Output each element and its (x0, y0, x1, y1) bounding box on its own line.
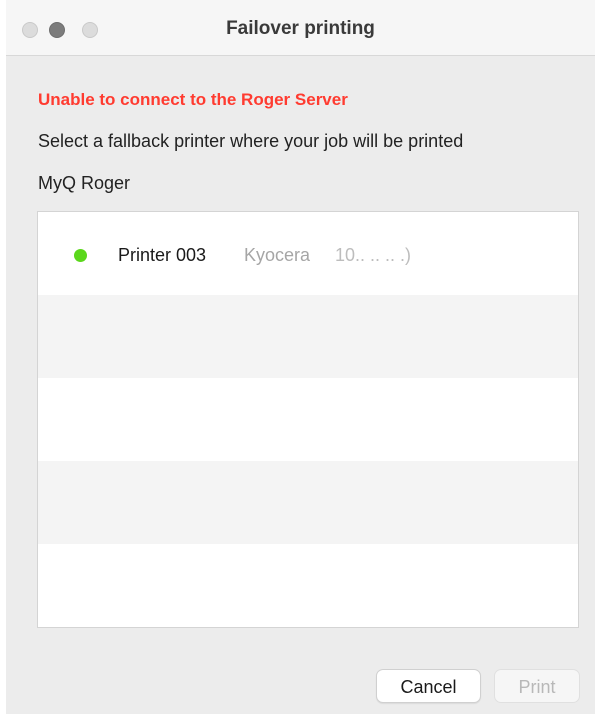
connection-error-message: Unable to connect to the Roger Server (38, 90, 348, 109)
empty-list-row (38, 295, 578, 378)
title-bar: Failover printing (6, 0, 595, 56)
server-name-label: MyQ Roger (38, 173, 131, 193)
printer-address: 10.. .. .. .) (335, 245, 412, 265)
empty-list-row (38, 544, 578, 627)
instruction-text: Select a fallback printer where your job… (38, 131, 464, 151)
empty-list-row (38, 461, 578, 544)
cancel-button[interactable]: Cancel (376, 669, 481, 703)
print-button[interactable]: Print (494, 669, 580, 703)
failover-dialog-window: Failover printing Unable to connect to t… (6, 0, 595, 714)
empty-list-row (38, 378, 578, 461)
window-title: Failover printing (226, 18, 375, 39)
printer-status-indicator (74, 249, 87, 262)
printer-row[interactable]: Printer 003 Kyocera 10.. .. .. .) (38, 212, 578, 295)
printer-model: Kyocera (244, 245, 311, 265)
printer-name: Printer 003 (118, 245, 207, 265)
printer-list[interactable]: Printer 003 Kyocera 10.. .. .. .) (37, 211, 579, 628)
